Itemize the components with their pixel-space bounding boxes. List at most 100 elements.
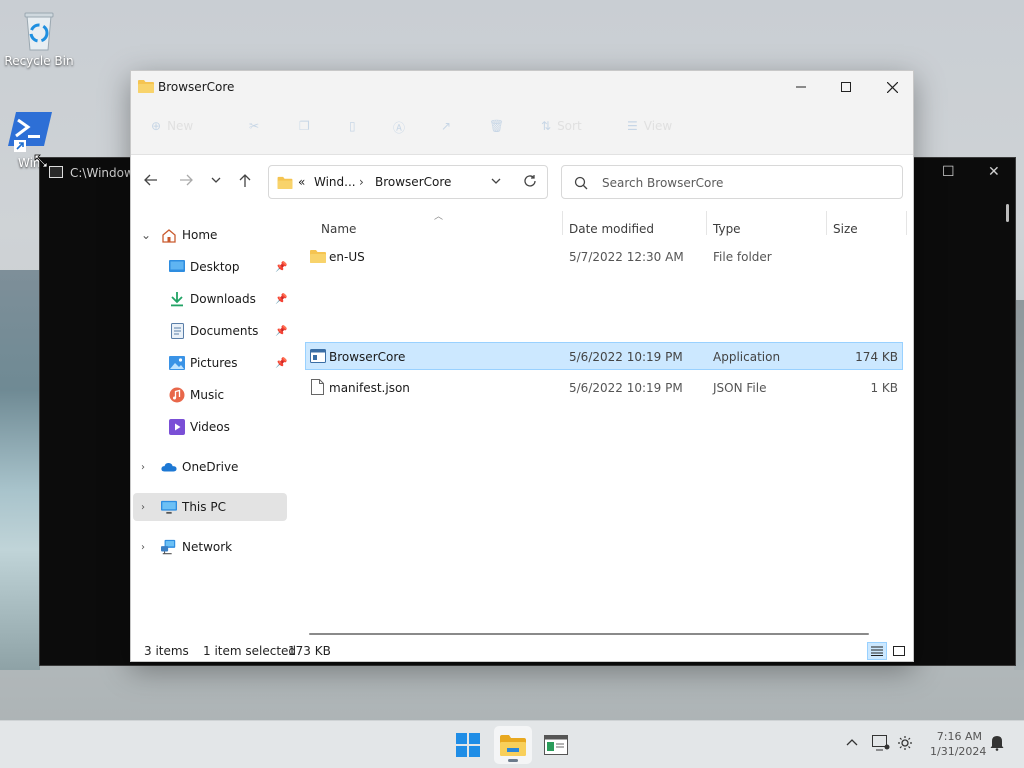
file-date: 5/6/2022 10:19 PM [569,381,683,395]
horizontal-scrollbar[interactable] [309,631,909,637]
maximize-icon [841,82,851,92]
folder-icon [310,250,326,263]
desktop-wallpaper-left [0,270,40,670]
desktop-icon [169,259,185,275]
show-hidden-icons-button[interactable] [846,735,858,749]
sort-button[interactable]: ⇅ Sort [541,119,582,133]
forward-button[interactable] [179,174,193,190]
close-button[interactable] [869,71,915,103]
sidebar-item-music[interactable]: Music [133,381,287,409]
clock-time: 7:16 AM [936,730,982,743]
network-status-button[interactable] [872,735,890,754]
minimize-button[interactable] [778,71,824,103]
breadcrumb-separator-icon: › [359,175,364,189]
file-icon [311,379,324,395]
up-button[interactable] [239,174,251,192]
status-item-count: 3 items [144,644,189,658]
column-header-date-modified[interactable]: Date modified [569,222,654,236]
sidebar-item-videos[interactable]: Videos [133,413,287,441]
search-placeholder: Search BrowserCore [602,176,724,190]
desktop-icon-powershell[interactable]: Win [0,110,60,170]
column-header-name[interactable]: Name [321,222,356,236]
sidebar-item-documents[interactable]: Documents 📌 [133,317,287,345]
desktop-icon-recycle-bin[interactable]: Recycle Bin [1,8,77,68]
sidebar-item-downloads[interactable]: Downloads 📌 [133,285,287,313]
file-explorer-window[interactable]: BrowserCore ⊕ New ✂ ❐ ▯ Ⓐ ↗ 🗑 ⇅ Sort ☰ V… [130,70,914,662]
new-button[interactable]: ⊕ New [151,119,193,133]
plus-icon: ⊕ [151,119,162,133]
status-selection-size: 173 KB [288,644,331,658]
document-icon [169,323,185,339]
file-row-manifest-json[interactable]: manifest.json 5/6/2022 10:19 PM JSON Fil… [305,373,903,401]
column-header-type[interactable]: Type [713,222,741,236]
details-view-button[interactable] [867,642,887,660]
cloud-icon [161,459,177,475]
sidebar-item-onedrive[interactable]: › OneDrive [133,453,287,481]
sidebar-item-home[interactable]: ⌄ Home [133,221,287,249]
file-name: BrowserCore [329,350,406,364]
sidebar-item-pictures[interactable]: Pictures 📌 [133,349,287,377]
column-divider[interactable] [826,211,827,235]
delete-button[interactable]: 🗑 [489,119,504,133]
status-bar: 3 items 1 item selected 173 KB [131,639,913,661]
share-icon: ↗ [441,119,452,133]
taskbar-terminal[interactable] [537,726,575,764]
paste-button[interactable]: ▯ [349,119,356,133]
taskbar-file-explorer[interactable] [494,726,532,764]
command-bar: ⊕ New ✂ ❐ ▯ Ⓐ ↗ 🗑 ⇅ Sort ☰ View [131,103,913,155]
search-icon [574,176,588,190]
sidebar-item-network[interactable]: › Network [133,533,287,561]
breadcrumb-parent[interactable]: Wind... [314,175,356,189]
address-history-button[interactable] [491,175,501,189]
file-name: en-US [329,250,365,264]
file-row-en-us[interactable]: en-US 5/7/2022 12:30 AM File folder [305,242,903,270]
taskbar-clock[interactable]: 7:16 AM 1/31/2024 [930,729,986,759]
recent-locations-button[interactable] [211,174,221,190]
share-button[interactable]: ↗ [441,119,451,133]
rename-button[interactable]: Ⓐ [393,119,405,136]
terminal-scrollbar[interactable] [1006,204,1009,222]
address-bar[interactable]: « Wind... › BrowserCore [268,165,548,199]
start-button[interactable] [449,726,487,764]
column-header-size[interactable]: Size [833,222,858,236]
column-divider[interactable] [906,211,907,235]
column-divider[interactable] [562,211,563,235]
column-divider[interactable] [706,211,707,235]
computer-icon [161,499,177,515]
pin-icon: 📌 [275,261,288,273]
thumbnail-view-button[interactable] [889,642,909,660]
notifications-button[interactable] [990,735,1004,754]
arrow-right-icon [180,174,193,186]
chevron-right-icon: › [141,541,145,553]
download-icon [169,291,185,307]
view-icon: ☰ [627,119,638,133]
file-date: 5/7/2022 12:30 AM [569,250,684,264]
copy-icon: ❐ [299,119,310,133]
shortcut-arrow-icon [14,140,26,152]
trash-icon: 🗑 [489,119,505,133]
sidebar-item-desktop[interactable]: Desktop 📌 [133,253,287,281]
view-button[interactable]: ☰ View [627,119,672,133]
scissors-icon: ✂ [249,119,260,133]
windows-logo-icon [456,733,480,757]
taskbar: 7:16 AM 1/31/2024 [0,720,1024,768]
back-button[interactable] [144,174,158,190]
scrollbar-thumb[interactable] [309,633,869,635]
cut-button[interactable]: ✂ [249,119,259,133]
sidebar-item-this-pc[interactable]: › This PC [133,493,287,521]
terminal-maximize-button[interactable]: ☐ [942,164,955,180]
maximize-button[interactable] [823,71,869,103]
close-icon [886,81,898,93]
arrow-up-icon [239,174,251,187]
search-box[interactable]: Search BrowserCore [561,165,903,199]
terminal-close-button[interactable]: ✕ [988,164,1000,180]
copy-button[interactable]: ❐ [299,119,310,133]
network-status-icon [872,735,890,751]
refresh-button[interactable] [523,174,537,191]
breadcrumb-current[interactable]: BrowserCore [375,175,451,189]
arrow-left-icon [144,174,157,186]
explorer-titlebar[interactable]: BrowserCore [131,71,913,103]
breadcrumb-overflow[interactable]: « [298,175,305,189]
volume-button[interactable] [897,735,913,754]
file-row-browsercore[interactable]: BrowserCore 5/6/2022 10:19 PM Applicatio… [305,342,903,370]
